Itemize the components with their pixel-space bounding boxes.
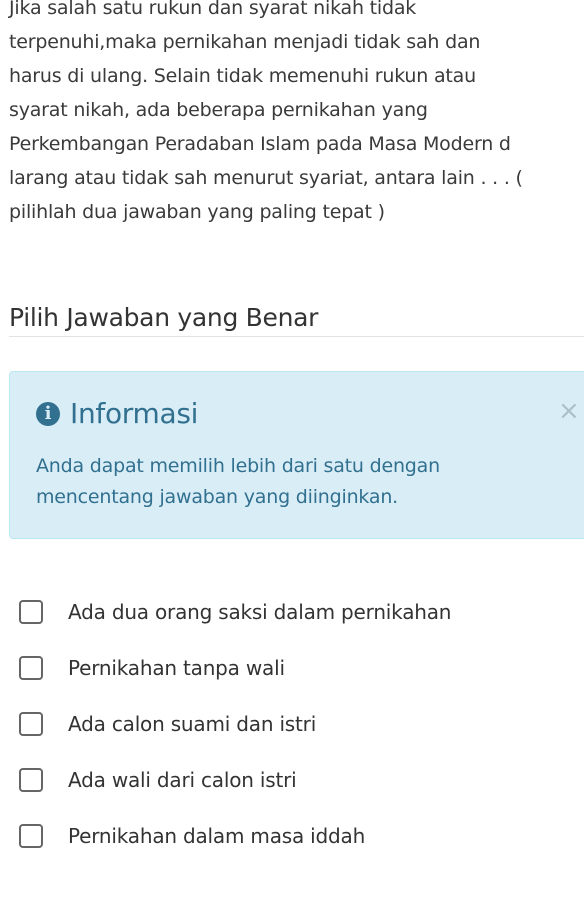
- question-line: Perkembangan Peradaban Islam pada Masa M…: [9, 133, 511, 155]
- question-line: pilihlah dua jawaban yang paling tepat ): [9, 201, 385, 223]
- checkbox[interactable]: [19, 600, 43, 624]
- question-line: Jika salah satu rukun dan syarat nikah t…: [9, 0, 417, 19]
- answer-option[interactable]: Pernikahan tanpa wali: [19, 640, 579, 696]
- info-alert-header: i Informasi: [36, 394, 198, 434]
- info-alert-body: Anda dapat memilih lebih dari satu denga…: [36, 455, 440, 508]
- info-alert: i Informasi × Anda dapat memilih lebih d…: [9, 371, 584, 539]
- answer-option[interactable]: Pernikahan dalam masa iddah: [19, 808, 579, 864]
- question-line: syarat nikah, ada beberapa pernikahan ya…: [9, 99, 428, 121]
- answer-option[interactable]: Ada dua orang saksi dalam pernikahan: [19, 584, 579, 640]
- checkbox[interactable]: [19, 768, 43, 792]
- answer-option-label[interactable]: Ada wali dari calon istri: [68, 765, 297, 795]
- question-text: Jika salah satu rukun dan syarat nikah t…: [9, 0, 584, 229]
- title-divider: [9, 336, 584, 337]
- question-line: harus di ulang. Selain tidak memenuhi ru…: [9, 65, 476, 87]
- answer-option-label[interactable]: Ada dua orang saksi dalam pernikahan: [68, 597, 451, 627]
- answer-option-label[interactable]: Pernikahan tanpa wali: [68, 653, 285, 683]
- answer-section-title: Pilih Jawaban yang Benar: [9, 303, 319, 332]
- info-alert-heading: Informasi: [70, 397, 199, 430]
- answer-option-label[interactable]: Pernikahan dalam masa iddah: [68, 821, 365, 851]
- checkbox[interactable]: [19, 824, 43, 848]
- answer-option[interactable]: Ada calon suami dan istri: [19, 696, 579, 752]
- question-line: terpenuhi,maka pernikahan menjadi tidak …: [9, 31, 481, 53]
- answer-option[interactable]: Ada wali dari calon istri: [19, 752, 579, 808]
- info-circle-icon: i: [36, 402, 60, 426]
- quiz-page: Jika salah satu rukun dan syarat nikah t…: [0, 0, 584, 897]
- answer-options: Ada dua orang saksi dalam pernikahan Per…: [19, 584, 579, 864]
- question-line: larang atau tidak sah menurut syariat, a…: [9, 167, 523, 189]
- answer-option-label[interactable]: Ada calon suami dan istri: [68, 709, 316, 739]
- checkbox[interactable]: [19, 656, 43, 680]
- checkbox[interactable]: [19, 712, 43, 736]
- close-icon[interactable]: ×: [558, 396, 580, 426]
